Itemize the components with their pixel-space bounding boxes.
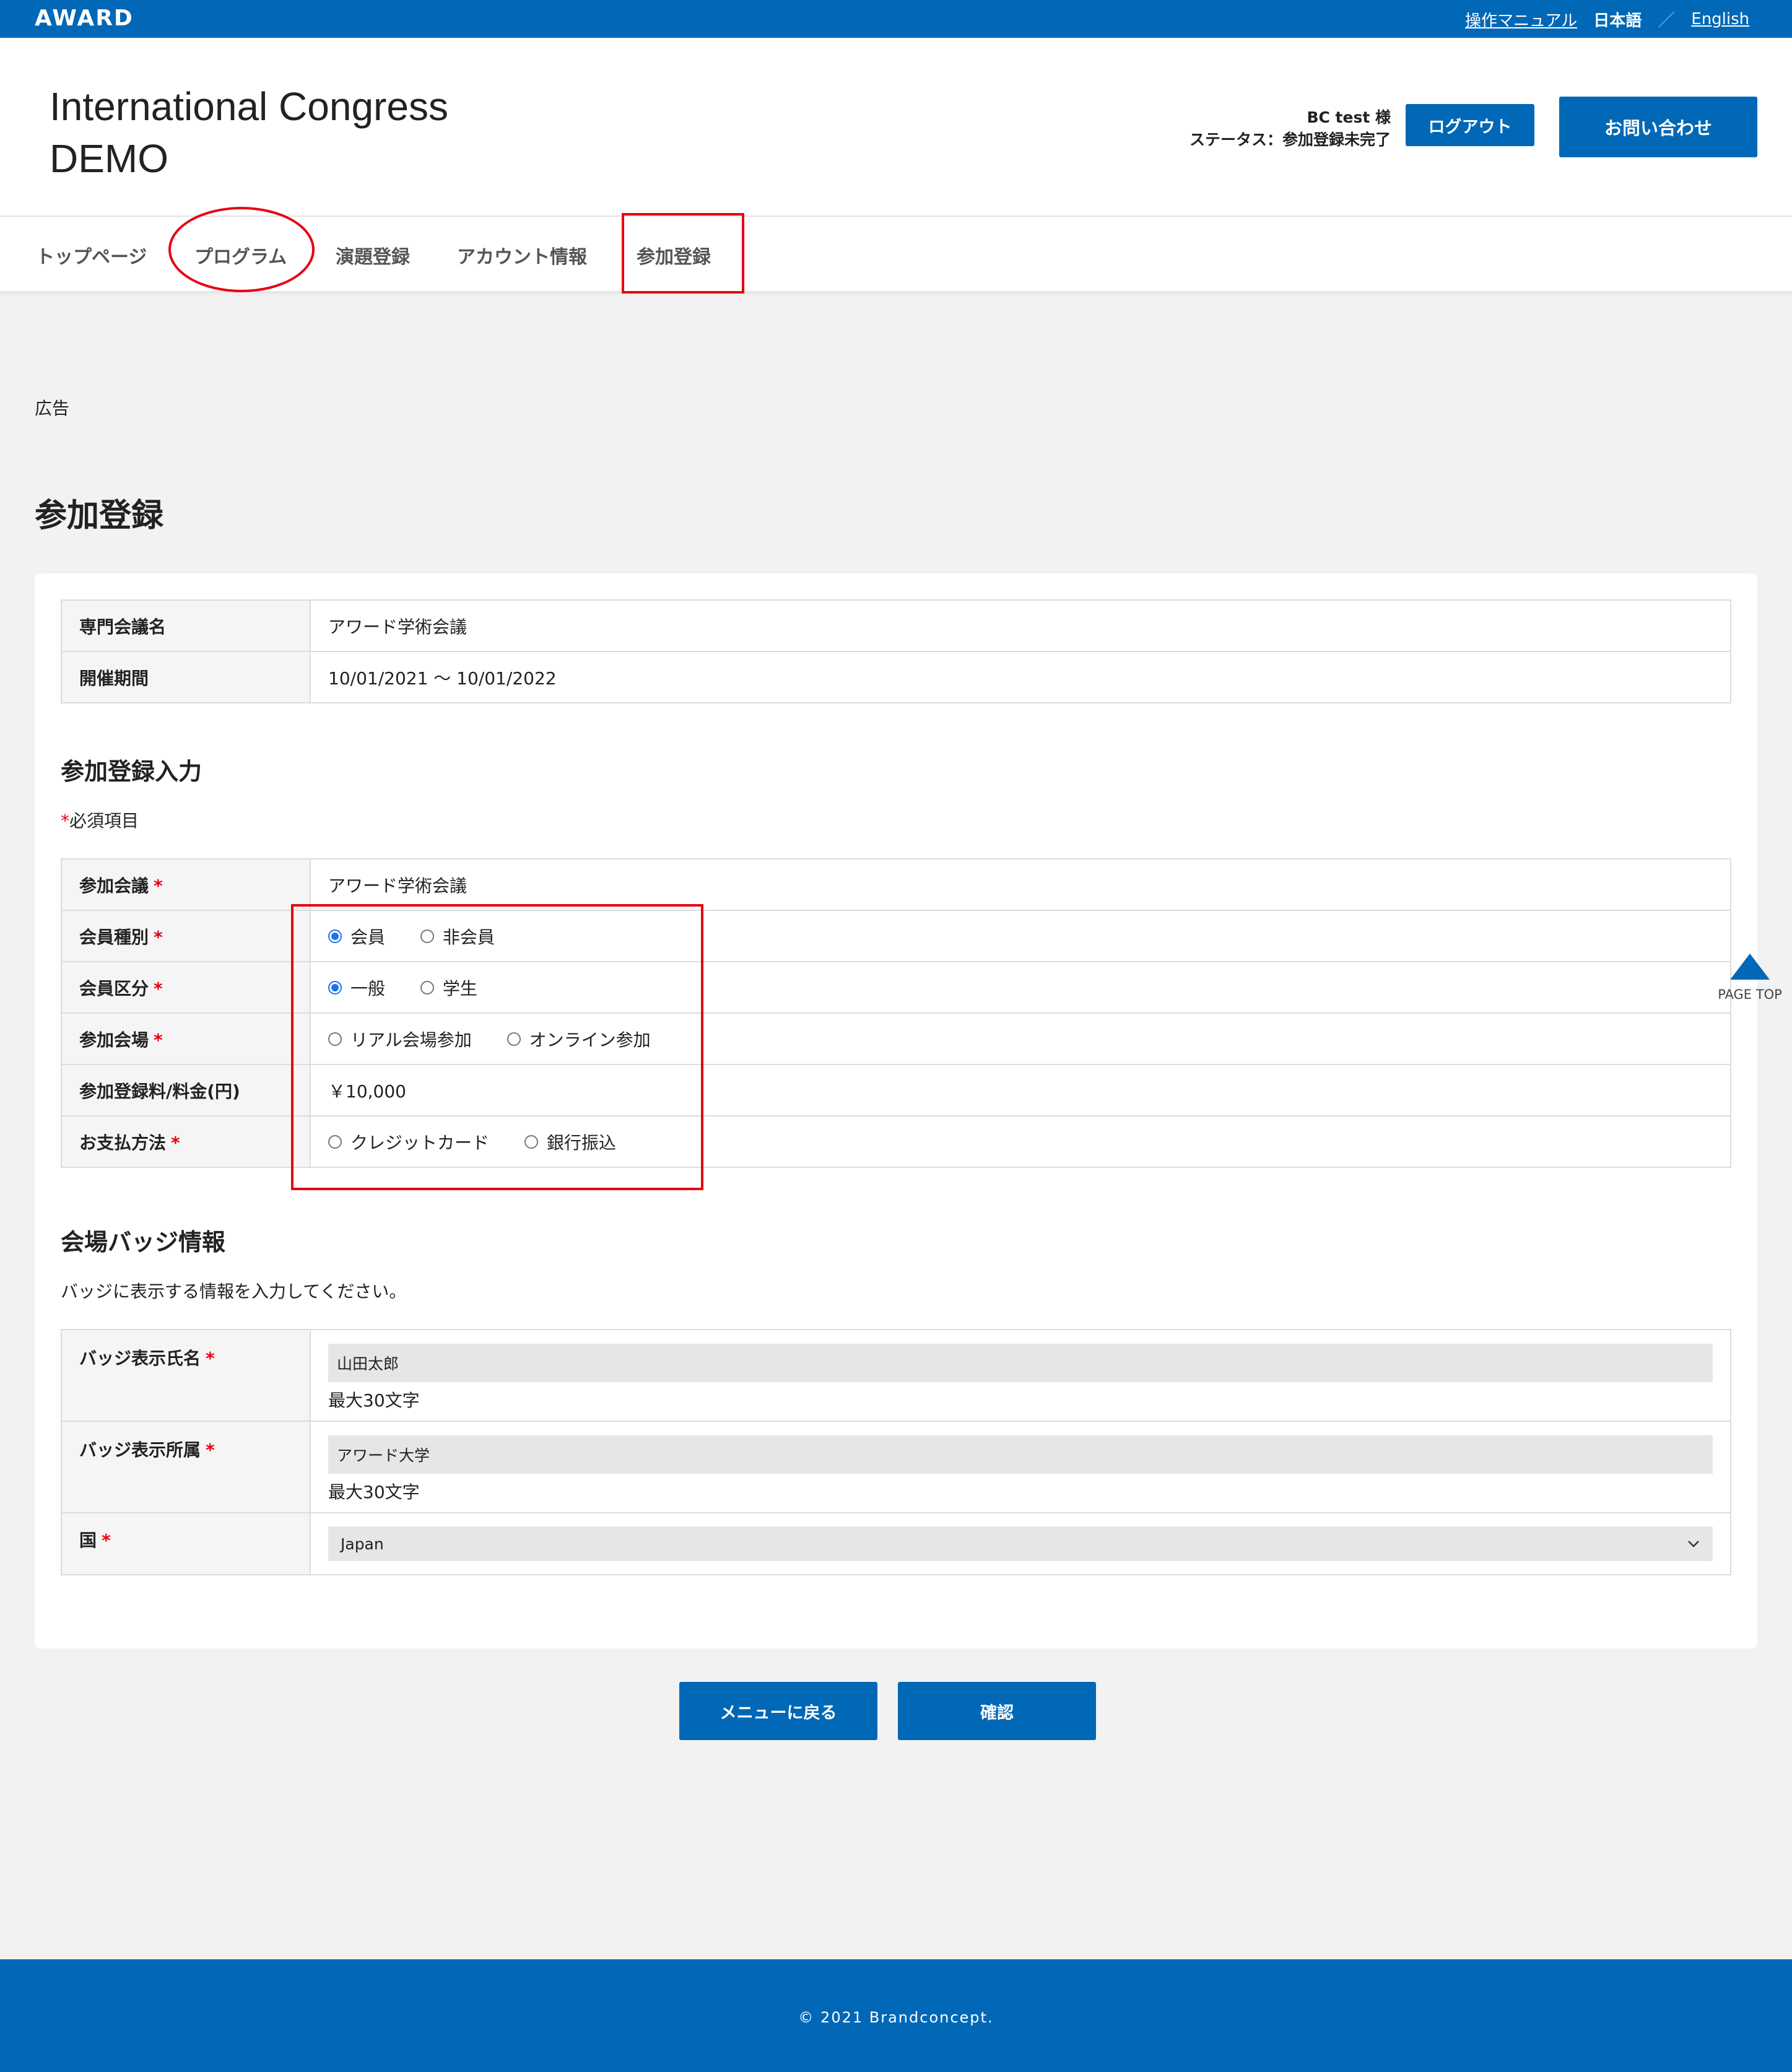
user-status: ステータス：参加登録未完了	[1189, 131, 1391, 149]
badge-affiliation-cell: 最大30文字	[310, 1421, 1731, 1513]
arrow-up-icon	[1730, 954, 1770, 980]
badge-name-input[interactable]	[328, 1344, 1713, 1382]
nav-item-abstract[interactable]: 演題登録	[336, 242, 410, 269]
required-asterisk: *	[154, 926, 163, 947]
badge-name-label: バッジ表示氏名 *	[61, 1329, 311, 1422]
page-top-label: PAGE TOP	[1718, 987, 1782, 1002]
conference-name-label: 専門会議名	[61, 599, 311, 652]
required-note: *必須項目	[61, 807, 139, 832]
payment-label-text: お支払方法	[79, 1132, 167, 1153]
badge-name-cell: 最大30文字	[310, 1329, 1731, 1422]
table-row: バッジ表示所属* 最大30文字	[61, 1421, 1731, 1513]
lang-japanese: 日本語	[1593, 11, 1642, 30]
badge-description: バッジに表示する情報を入力してください。	[61, 1281, 407, 1302]
required-asterisk: *	[206, 1440, 215, 1460]
copyright: © 2021 Brandconcept.	[798, 2009, 994, 2026]
lang-english-link[interactable]: English	[1691, 10, 1749, 28]
member-class-label-text: 会員区分	[79, 978, 149, 999]
user-name: BC test 様	[1307, 108, 1391, 126]
country-label-text: 国	[79, 1530, 97, 1551]
badge-affiliation-hint: 最大30文字	[328, 1482, 420, 1502]
member-type-label: 会員種別 *	[61, 910, 311, 962]
badge-name-hint: 最大30文字	[328, 1390, 420, 1411]
country-select[interactable]: Japan	[328, 1526, 1713, 1561]
conference-info-table: 専門会議名 アワード学術会議 開催期間 10/01/2021 〜 10/01/2…	[61, 599, 1731, 703]
table-row: 国 * Japan	[61, 1512, 1731, 1575]
site-title-line1: International Congress	[50, 84, 448, 129]
conference-label-text: 参加会議	[79, 875, 149, 896]
site-title-line2: DEMO	[50, 136, 168, 181]
required-note-text: 必須項目	[69, 811, 139, 831]
page-title: 参加登録	[35, 497, 164, 534]
award-logo: AWARD	[35, 6, 134, 31]
page-top-button[interactable]: PAGE TOP	[1713, 954, 1787, 1002]
logout-button[interactable]: ログアウト	[1406, 104, 1534, 146]
badge-affiliation-input[interactable]	[328, 1435, 1713, 1474]
country-cell: Japan	[310, 1512, 1731, 1575]
required-asterisk: *	[154, 875, 163, 896]
table-row: 開催期間 10/01/2021 〜 10/01/2022	[61, 651, 1731, 703]
country-label: 国 *	[61, 1512, 311, 1575]
required-asterisk: *	[206, 1348, 215, 1369]
registration-section-title: 参加登録入力	[61, 758, 202, 785]
contact-button[interactable]: お問い合わせ	[1559, 97, 1757, 157]
lang-separator: ／	[1658, 10, 1676, 30]
annotation-circle	[168, 207, 315, 292]
back-to-menu-button[interactable]: メニューに戻る	[679, 1682, 877, 1740]
annotation-rect-nav	[622, 213, 744, 294]
venue-label-text: 参加会場	[79, 1029, 149, 1050]
badge-affiliation-label-text: バッジ表示所属	[79, 1440, 201, 1460]
confirm-button[interactable]: 確認	[898, 1682, 1096, 1740]
badge-section-title: 会場バッジ情報	[61, 1229, 226, 1256]
country-select-value: Japan	[341, 1534, 384, 1553]
period-value: 10/01/2021 〜 10/01/2022	[310, 651, 1731, 703]
table-row: バッジ表示氏名* 最大30文字	[61, 1329, 1731, 1422]
top-links: 操作マニュアル 日本語 ／ English	[1465, 7, 1749, 32]
period-label: 開催期間	[61, 651, 311, 703]
fee-label: 参加登録料/料金(円)	[61, 1064, 311, 1117]
manual-link[interactable]: 操作マニュアル	[1465, 8, 1577, 31]
member-type-label-text: 会員種別	[79, 926, 149, 947]
payment-label: お支払方法 *	[61, 1115, 311, 1168]
venue-label: 参加会場 *	[61, 1012, 311, 1065]
nav-item-top[interactable]: トップページ	[36, 242, 147, 269]
conference-label: 参加会議 *	[61, 858, 311, 911]
badge-table: バッジ表示氏名* 最大30文字 バッジ表示所属* 最大30文字 国* Japan	[61, 1329, 1731, 1575]
chevron-down-icon	[1688, 1541, 1699, 1547]
required-asterisk: *	[171, 1132, 180, 1153]
required-asterisk: *	[154, 1029, 163, 1050]
member-class-label: 会員区分 *	[61, 961, 311, 1014]
site-title: International Congress DEMO	[50, 81, 448, 185]
ad-label: 広告	[35, 398, 70, 419]
required-mark: *	[61, 811, 69, 831]
required-asterisk: *	[102, 1530, 111, 1551]
badge-affiliation-label: バッジ表示所属 *	[61, 1421, 311, 1513]
conference-value: アワード学術会議	[310, 858, 1731, 911]
conference-name-value: アワード学術会議	[310, 599, 1731, 652]
badge-name-label-text: バッジ表示氏名	[79, 1348, 201, 1369]
table-row: 参加会議 * アワード学術会議	[61, 858, 1731, 911]
nav-item-account[interactable]: アカウント情報	[457, 242, 587, 269]
required-asterisk: *	[154, 978, 163, 999]
annotation-rect-form	[291, 904, 703, 1190]
table-row: 専門会議名 アワード学術会議	[61, 599, 1731, 652]
